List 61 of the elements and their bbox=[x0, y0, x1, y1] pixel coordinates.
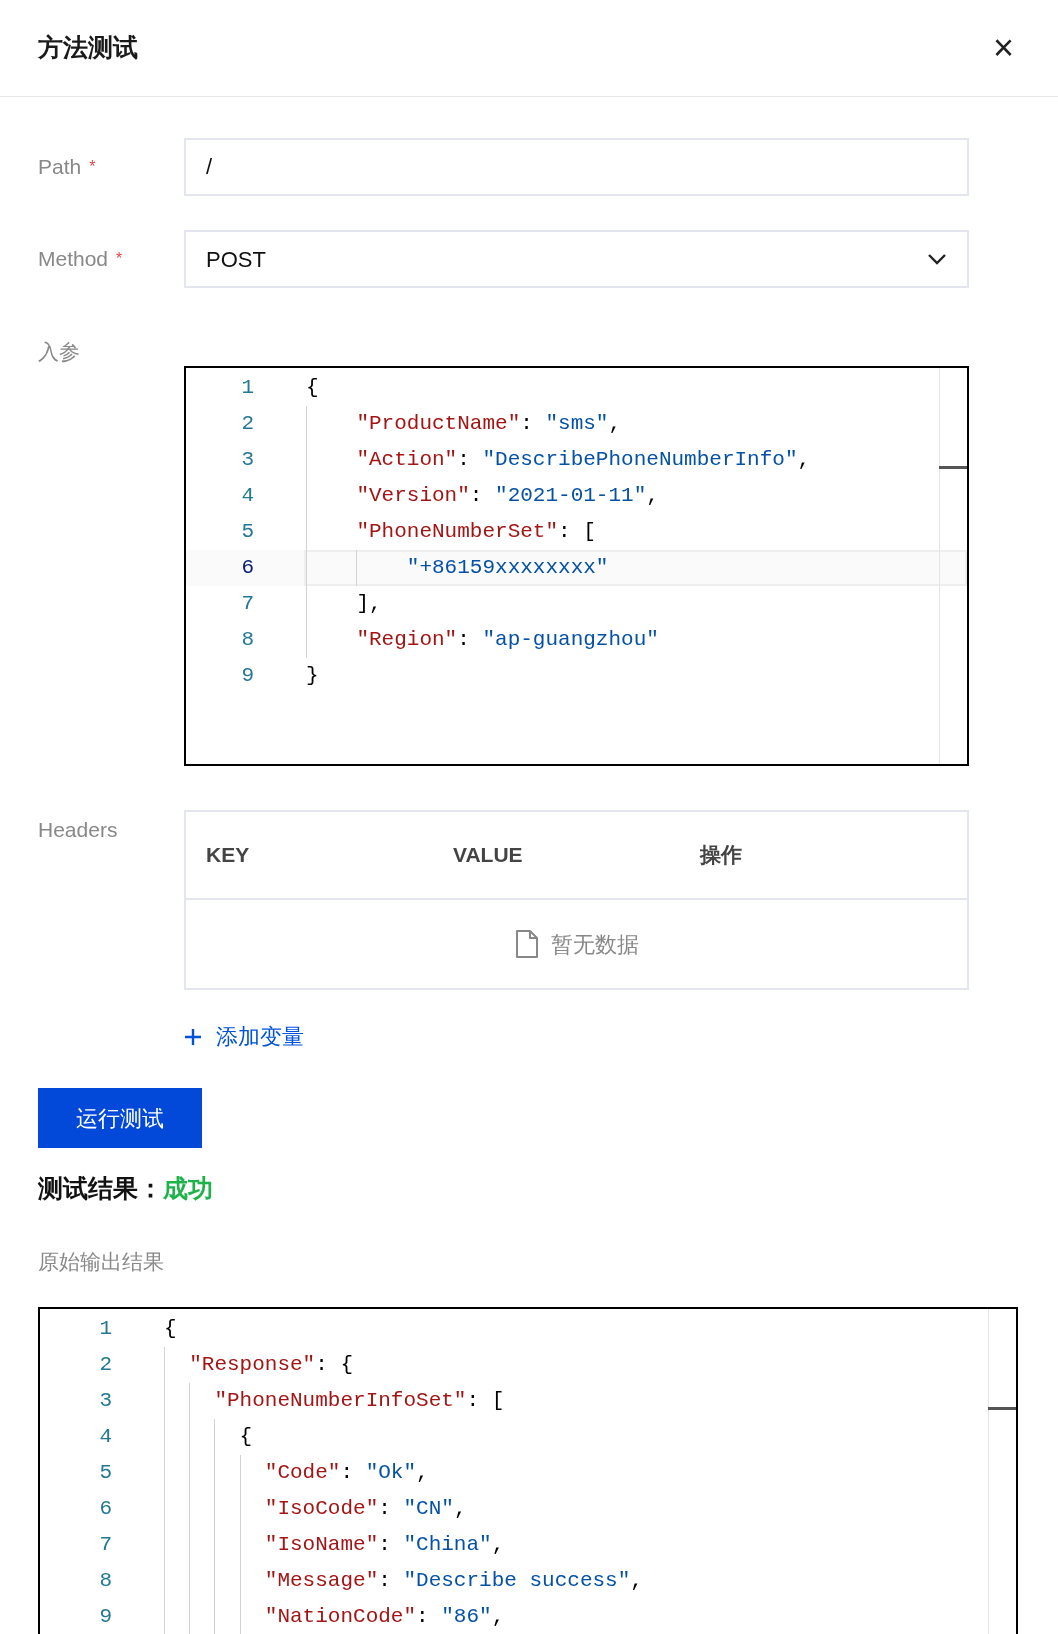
code-line: { bbox=[164, 1316, 178, 1343]
method-select[interactable]: POST bbox=[184, 230, 969, 288]
line-number: 8 bbox=[98, 1568, 113, 1595]
column-header: 操作 bbox=[700, 842, 743, 869]
dialog-title: 方法测试 bbox=[38, 32, 138, 64]
code-line: "Region": "ap-guangzhou" bbox=[306, 622, 967, 658]
line-number: 5 bbox=[240, 519, 255, 546]
line-number: 6 bbox=[240, 555, 255, 582]
line-number: 4 bbox=[98, 1424, 113, 1451]
result-status: 成功 bbox=[163, 1173, 213, 1204]
add-variable-link[interactable]: 添加变量 bbox=[184, 1020, 304, 1053]
plus-icon bbox=[184, 1027, 202, 1046]
code-line: } bbox=[306, 663, 320, 690]
field-label: Headers bbox=[38, 817, 119, 843]
line-number: 1 bbox=[240, 375, 255, 402]
field-label: Method bbox=[38, 246, 109, 273]
line-number: 2 bbox=[240, 411, 255, 438]
document-icon bbox=[514, 930, 539, 958]
code-line: "Code": "Ok", bbox=[164, 1455, 1016, 1491]
code-line: "PhoneNumberInfoSet": [ bbox=[164, 1383, 1016, 1419]
line-number: 1 bbox=[98, 1316, 113, 1343]
code-line: ], bbox=[306, 586, 967, 622]
code-line: { bbox=[306, 375, 320, 402]
empty-message: 暂无数据 bbox=[550, 930, 639, 959]
required-mark: * bbox=[89, 157, 96, 177]
line-number: 7 bbox=[240, 591, 255, 618]
field-label: Path bbox=[38, 154, 82, 181]
code-line: "PhoneNumberSet": [ bbox=[306, 514, 967, 550]
output-label: 原始输出结果 bbox=[38, 1248, 164, 1275]
line-number: 6 bbox=[98, 1496, 113, 1523]
code-editor[interactable]: 1 { 2 "Response": { 3 "PhoneNumberInfoSet": [ 4 { 5 "Code": "Ok", 6 "IsoCode": "CN", 7 "IsoName": "China", 8 "Message": "Describe success", 9 "NationCode": "86", bbox=[38, 1307, 1018, 1634]
line-number: 7 bbox=[98, 1532, 113, 1559]
line-number: 8 bbox=[240, 627, 255, 654]
path-field[interactable]: / bbox=[184, 138, 969, 196]
field-label: 入参 bbox=[38, 339, 81, 365]
code-line: "Version": "2021-01-11", bbox=[306, 478, 967, 514]
code-editor[interactable]: 1 { 2 "ProductName": "sms", 3 "Action": "DescribePhoneNumberInfo", 4 "Version": "2021-01-11", 5 "PhoneNumberSet": [ 6 "+86159xxxxxxxx" 7 ], 8 "Region": "ap-guangzhou" 9 } bbox=[184, 366, 969, 766]
code-line: { bbox=[164, 1419, 1016, 1455]
scrollbar-thumb[interactable] bbox=[988, 1407, 1016, 1410]
run-test-button[interactable]: 运行测试 bbox=[38, 1088, 202, 1148]
result-label: 测试结果： bbox=[38, 1173, 163, 1204]
scrollbar-thumb[interactable] bbox=[939, 466, 967, 469]
code-line: "NationCode": "86", bbox=[164, 1599, 1016, 1634]
column-header: KEY bbox=[206, 842, 251, 869]
code-line: "Response": { bbox=[164, 1347, 1016, 1383]
line-number: 3 bbox=[240, 447, 255, 474]
line-number: 4 bbox=[240, 483, 255, 510]
column-header: VALUE bbox=[453, 842, 524, 869]
required-mark: * bbox=[116, 249, 123, 269]
line-number: 2 bbox=[98, 1352, 113, 1379]
close-button[interactable]: × bbox=[992, 30, 1020, 66]
code-line: "IsoName": "China", bbox=[164, 1527, 1016, 1563]
code-line: "Action": "DescribePhoneNumberInfo", bbox=[306, 442, 967, 478]
code-line: "ProductName": "sms", bbox=[306, 406, 967, 442]
code-line: "IsoCode": "CN", bbox=[164, 1491, 1016, 1527]
code-line: "Message": "Describe success", bbox=[164, 1563, 1016, 1599]
line-number: 9 bbox=[240, 663, 255, 690]
line-number: 3 bbox=[98, 1388, 113, 1415]
line-number: 9 bbox=[98, 1604, 113, 1631]
line-number: 5 bbox=[98, 1460, 113, 1487]
chevron-down-icon bbox=[927, 253, 947, 265]
